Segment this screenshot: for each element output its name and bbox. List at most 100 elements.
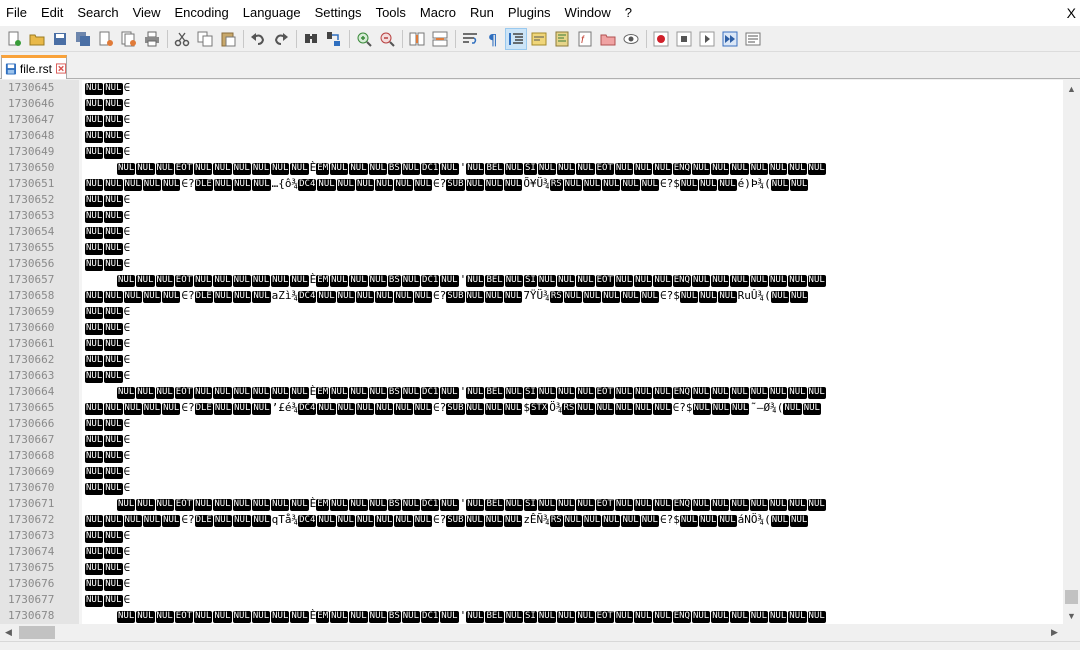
copy-icon[interactable] <box>194 28 216 50</box>
horizontal-scroll-thumb[interactable] <box>19 626 55 639</box>
menu-language[interactable]: Language <box>237 0 309 26</box>
editor-line[interactable]: 1730675 NUL NUL ∈ <box>0 560 1063 576</box>
undo-icon[interactable] <box>247 28 269 50</box>
editor-line[interactable]: 1730651 NUL NUL NUL NUL NUL ∈?DLE NUL NUL NUL …{ô¾… <box>0 176 1063 192</box>
show-all-characters-icon[interactable]: ¶ <box>482 28 504 50</box>
editor-line[interactable]: 1730646 NUL NUL ∈ <box>0 96 1063 112</box>
tab-file-rst[interactable]: file.rst <box>1 55 67 79</box>
indent-guide-icon[interactable] <box>505 27 527 50</box>
menu-plugins[interactable]: Plugins <box>502 0 559 26</box>
scroll-left-arrow-icon[interactable]: ◀ <box>0 624 17 641</box>
menu-run[interactable]: Run <box>464 0 502 26</box>
editor-line[interactable]: 1730655 NUL NUL ∈ <box>0 240 1063 256</box>
editor-line[interactable]: 1730656 NUL NUL ∈ <box>0 256 1063 272</box>
editor-line[interactable]: 1730667 NUL NUL ∈ <box>0 432 1063 448</box>
control-char-badge: NUL <box>537 387 557 399</box>
editor-line[interactable]: 1730647 NUL NUL ∈ <box>0 112 1063 128</box>
editor-line[interactable]: 1730649 NUL NUL ∈ <box>0 144 1063 160</box>
run-macro-multiple-icon[interactable] <box>719 28 741 50</box>
sync-vertical-icon[interactable] <box>406 28 428 50</box>
close-document-button[interactable]: X <box>1067 0 1076 26</box>
menu-view[interactable]: View <box>127 0 169 26</box>
vertical-scrollbar[interactable]: ▲ ▼ <box>1063 80 1080 624</box>
paste-icon[interactable] <box>217 28 239 50</box>
zoom-out-icon[interactable] <box>376 28 398 50</box>
control-char-badge: NUL <box>271 611 290 623</box>
tab-close-icon[interactable] <box>55 63 66 74</box>
editor-line[interactable]: 1730665 NUL NUL NUL NUL NUL ∈?DLE NUL NUL NUL ’£é¾… <box>0 400 1063 416</box>
monitoring-icon[interactable] <box>620 28 642 50</box>
editor-line[interactable]: 1730674 NUL NUL ∈ <box>0 544 1063 560</box>
editor-line[interactable]: 1730672 NUL NUL NUL NUL NUL ∈?DLE NUL NUL NUL qTå¾… <box>0 512 1063 528</box>
editor-line[interactable]: 1730645 NUL NUL ∈ <box>0 80 1063 96</box>
menu-settings[interactable]: Settings <box>309 0 370 26</box>
user-language-icon[interactable] <box>528 28 550 50</box>
menu-window[interactable]: Window <box>559 0 619 26</box>
editor-line[interactable]: 1730650 NUL NUL NUL EOT NUL NUL NUL NUL NUL NUL ÈEM… <box>0 160 1063 176</box>
menu-edit[interactable]: Edit <box>35 0 71 26</box>
editor-line[interactable]: 1730676 NUL NUL ∈ <box>0 576 1063 592</box>
editor-line[interactable]: 1730659 NUL NUL ∈ <box>0 304 1063 320</box>
editor-line[interactable]: 1730668 NUL NUL ∈ <box>0 448 1063 464</box>
scroll-right-arrow-icon[interactable]: ▶ <box>1046 624 1063 641</box>
close-file-icon[interactable] <box>95 28 117 50</box>
horizontal-scrollbar[interactable]: ◀ ▶ <box>0 624 1063 641</box>
zoom-in-icon[interactable] <box>353 28 375 50</box>
document-map-icon[interactable] <box>551 28 573 50</box>
editor-line[interactable]: 1730658 NUL NUL NUL NUL NUL ∈?DLE NUL NUL NUL aZì¾… <box>0 288 1063 304</box>
vertical-scroll-thumb[interactable] <box>1065 590 1078 604</box>
new-file-icon[interactable] <box>3 28 25 50</box>
control-char-badge: NUL <box>718 291 737 303</box>
text-editor[interactable]: 1730645 NUL NUL ∈ 1730646 NUL NUL ∈ 1730647 NUL NU… <box>0 80 1063 624</box>
save-icon[interactable] <box>49 28 71 50</box>
editor-line[interactable]: 1730677 NUL NUL ∈ <box>0 592 1063 608</box>
print-icon[interactable] <box>141 28 163 50</box>
editor-line[interactable]: 1730662 NUL NUL ∈ <box>0 352 1063 368</box>
find-icon[interactable] <box>300 28 322 50</box>
editor-line[interactable]: 1730661 NUL NUL ∈ <box>0 336 1063 352</box>
scroll-up-arrow-icon[interactable]: ▲ <box>1063 80 1080 97</box>
control-char-badge: SI <box>523 611 537 623</box>
editor-line[interactable]: 1730664 NUL NUL NUL EOT NUL NUL NUL NUL NUL NUL ÈEM… <box>0 384 1063 400</box>
sync-horizontal-icon[interactable] <box>429 28 451 50</box>
editor-line[interactable]: 1730660 NUL NUL ∈ <box>0 320 1063 336</box>
editor-line[interactable]: 1730666 NUL NUL ∈ <box>0 416 1063 432</box>
control-char-badge: EM <box>316 387 330 399</box>
menu-help[interactable]: ? <box>619 0 640 26</box>
control-char-badge: NUL <box>232 163 251 175</box>
play-macro-icon[interactable] <box>696 28 718 50</box>
editor-line[interactable]: 1730669 NUL NUL ∈ <box>0 464 1063 480</box>
open-file-icon[interactable] <box>26 28 48 50</box>
editor-line[interactable]: 1730673 NUL NUL ∈ <box>0 528 1063 544</box>
editor-line[interactable]: 1730671 NUL NUL NUL EOT NUL NUL NUL NUL NUL NUL ÈEM… <box>0 496 1063 512</box>
folder-workspace-icon[interactable] <box>597 28 619 50</box>
editor-line[interactable]: 1730652 NUL NUL ∈ <box>0 192 1063 208</box>
function-list-icon[interactable]: f <box>574 28 596 50</box>
menu-macro[interactable]: Macro <box>414 0 464 26</box>
line-number: 1730652 <box>8 193 55 206</box>
word-wrap-icon[interactable] <box>459 28 481 50</box>
control-char-badge: DLE <box>194 291 213 303</box>
scroll-down-arrow-icon[interactable]: ▼ <box>1063 607 1080 624</box>
menu-search[interactable]: Search <box>71 0 126 26</box>
editor-line[interactable]: 1730654 NUL NUL ∈ <box>0 224 1063 240</box>
cut-icon[interactable] <box>171 28 193 50</box>
close-all-icon[interactable] <box>118 28 140 50</box>
record-macro-icon[interactable] <box>650 28 672 50</box>
line-number: 1730677 <box>8 593 55 606</box>
editor-line[interactable]: 1730663 NUL NUL ∈ <box>0 368 1063 384</box>
replace-icon[interactable] <box>323 28 345 50</box>
editor-line[interactable]: 1730648 NUL NUL ∈ <box>0 128 1063 144</box>
notepad-plus-plus-window: File Edit Search View Encoding Language Settin… <box>0 0 1080 650</box>
save-all-icon[interactable] <box>72 28 94 50</box>
menu-encoding[interactable]: Encoding <box>169 0 237 26</box>
editor-line[interactable]: 1730653 NUL NUL ∈ <box>0 208 1063 224</box>
menu-tools[interactable]: Tools <box>370 0 414 26</box>
menu-file[interactable]: File <box>0 0 35 26</box>
editor-line[interactable]: 1730678 NUL NUL NUL EOT NUL NUL NUL NUL NUL NUL ÈEM… <box>0 608 1063 624</box>
stop-record-icon[interactable] <box>673 28 695 50</box>
editor-line[interactable]: 1730670 NUL NUL ∈ <box>0 480 1063 496</box>
save-macro-icon[interactable] <box>742 28 764 50</box>
editor-line[interactable]: 1730657 NUL NUL NUL EOT NUL NUL NUL NUL NUL NUL ÈEM… <box>0 272 1063 288</box>
redo-icon[interactable] <box>270 28 292 50</box>
